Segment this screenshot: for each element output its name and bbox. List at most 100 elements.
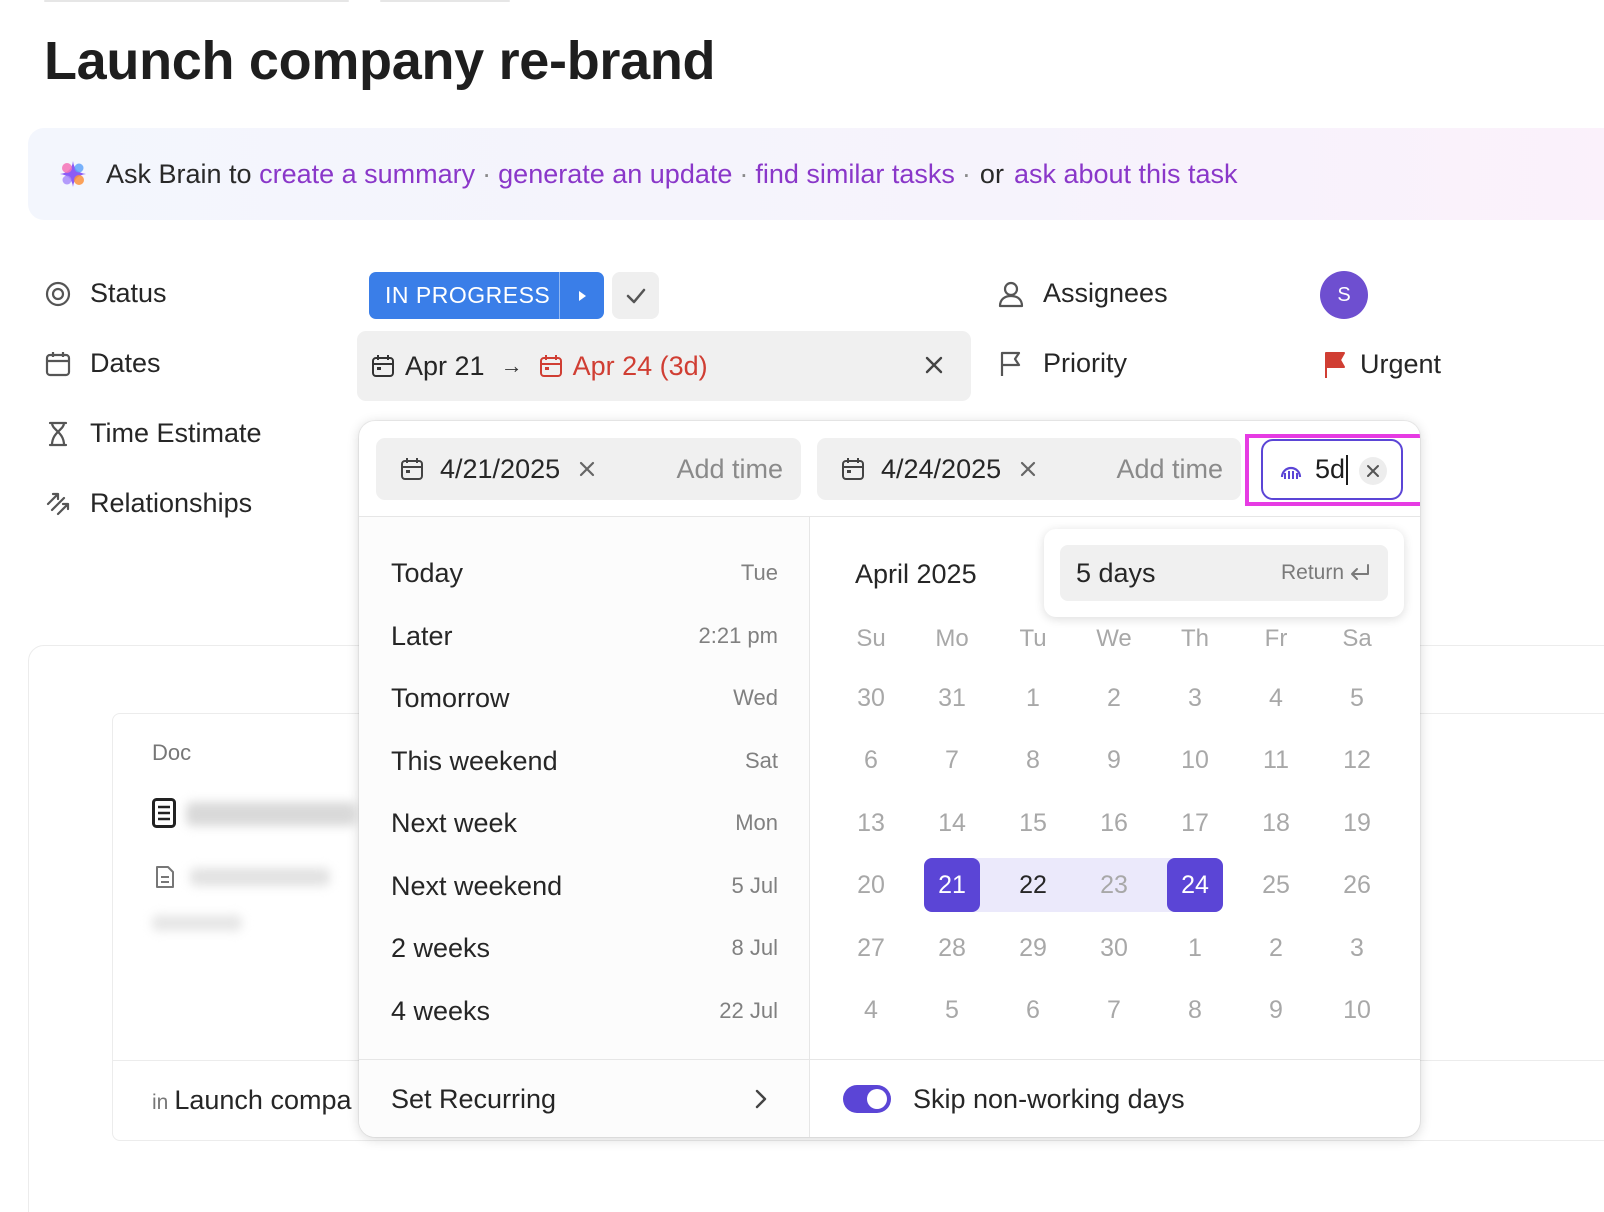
calendar-day[interactable]: 4 (1248, 671, 1304, 725)
brain-sparkle-icon (60, 161, 86, 187)
due-add-time-button[interactable]: Add time (1116, 454, 1223, 485)
calendar-day[interactable]: 25 (1248, 858, 1304, 912)
separator-dot: · (961, 158, 971, 189)
calendar-day-range-start[interactable]: 21 (924, 858, 980, 912)
calendar-day[interactable]: 19 (1329, 796, 1385, 850)
calendar-day-in-range-skipped[interactable]: 23 (1086, 858, 1142, 912)
clear-dates-icon[interactable] (921, 352, 947, 378)
calendar-day[interactable]: 30 (1086, 921, 1142, 975)
calendar-day[interactable]: 16 (1086, 796, 1142, 850)
calendar-day[interactable]: 2 (1086, 671, 1142, 725)
ask-about-task-link[interactable]: ask about this task (1014, 159, 1238, 190)
calendar-icon (842, 458, 864, 480)
calendar-day[interactable]: 1 (1167, 921, 1223, 975)
calendar-day[interactable]: 8 (1167, 983, 1223, 1037)
calendar-day[interactable]: 28 (924, 921, 980, 975)
calendar-day[interactable]: 3 (1329, 921, 1385, 975)
calendar-day[interactable]: 20 (843, 858, 899, 912)
quick-option-next-weekend[interactable]: Next weekend 5 Jul (359, 855, 810, 917)
quick-option-today[interactable]: Today Tue (359, 542, 810, 604)
next-status-button[interactable] (559, 272, 604, 319)
skip-non-working-toggle[interactable] (843, 1085, 891, 1113)
quick-option-2-weeks[interactable]: 2 weeks 8 Jul (359, 917, 810, 979)
calendar-day[interactable]: 2 (1248, 921, 1304, 975)
calendar-day[interactable]: 30 (843, 671, 899, 725)
quick-option-label: Tomorrow (391, 682, 510, 713)
dates-field[interactable]: Apr 21 → Apr 24 (3d) (357, 331, 971, 401)
top-tab-indicator (44, 0, 349, 2)
quick-option-this-weekend[interactable]: This weekend Sat (359, 730, 810, 792)
calendar-day[interactable]: 14 (924, 796, 980, 850)
priority-value: Urgent (1360, 349, 1442, 379)
quick-option-value: 8 Jul (731, 935, 778, 960)
calendar-day[interactable]: 5 (924, 983, 980, 1037)
due-date-input[interactable]: 4/24/2025 (881, 454, 1001, 485)
calendar-day-range-end[interactable]: 24 (1167, 858, 1223, 912)
weekday-header: Th (1180, 625, 1209, 652)
person-icon (998, 281, 1024, 307)
calendar-day[interactable]: 15 (1005, 796, 1061, 850)
quick-option-later[interactable]: Later 2:21 pm (359, 605, 810, 667)
toggle-knob (867, 1089, 887, 1109)
calendar-day[interactable]: 3 (1167, 671, 1223, 725)
separator-dot: · (482, 158, 492, 189)
calendar-day[interactable]: 7 (924, 733, 980, 787)
priority-label-row: Priority (997, 348, 1127, 379)
date-picker-popup: 4/21/2025 Add time 4/24/2025 Add time 5d… (359, 421, 1420, 1137)
calendar-day[interactable]: 7 (1086, 983, 1142, 1037)
calendar-day[interactable]: 1 (1005, 671, 1061, 725)
quick-option-tomorrow[interactable]: Tomorrow Wed (359, 667, 810, 729)
duration-input[interactable]: 5d (1261, 439, 1403, 500)
priority-dropdown[interactable]: Urgent (1322, 349, 1441, 380)
calendar-day-in-range[interactable]: 22 (1005, 858, 1061, 912)
calendar-day[interactable]: 31 (924, 671, 980, 725)
calendar-day[interactable]: 12 (1329, 733, 1385, 787)
priority-label: Priority (1043, 348, 1128, 378)
start-date-input[interactable]: 4/21/2025 (440, 454, 560, 485)
due-date-field[interactable]: 4/24/2025 Add time (817, 438, 1241, 500)
status-dropdown[interactable]: IN PROGRESS (369, 272, 604, 319)
status-label: Status (90, 278, 167, 308)
location-breadcrumb[interactable]: in Launch compa (152, 1085, 351, 1116)
assignees-label-row: Assignees (997, 278, 1168, 309)
generate-update-link[interactable]: generate an update (498, 159, 732, 190)
clear-start-date-button[interactable] (574, 456, 600, 482)
weekday-header: Tu (1019, 625, 1047, 652)
calendar-day[interactable]: 29 (1005, 921, 1061, 975)
calendar-day[interactable]: 6 (1005, 983, 1061, 1037)
calendar-month-title: April 2025 (855, 559, 977, 589)
find-similar-tasks-link[interactable]: find similar tasks (755, 159, 955, 190)
calendar-day[interactable]: 5 (1329, 671, 1385, 725)
close-icon (1367, 465, 1379, 477)
calendar-day[interactable]: 8 (1005, 733, 1061, 787)
check-icon (626, 288, 645, 303)
calendar-day[interactable]: 10 (1167, 733, 1223, 787)
clear-due-date-button[interactable] (1015, 456, 1041, 482)
calendar-day[interactable]: 11 (1248, 733, 1304, 787)
suggestion-label: 5 days (1076, 557, 1156, 588)
assignee-avatar[interactable]: S (1320, 271, 1368, 319)
clear-duration-button[interactable] (1359, 457, 1387, 485)
calendar-day[interactable]: 4 (843, 983, 899, 1037)
create-summary-link[interactable]: create a summary (259, 159, 475, 190)
complete-task-button[interactable] (612, 272, 659, 319)
calendar-day[interactable]: 9 (1086, 733, 1142, 787)
page-title[interactable]: Launch company re-brand (44, 30, 716, 92)
list-name: Launch compa (174, 1085, 352, 1115)
calendar-day[interactable]: 27 (843, 921, 899, 975)
quick-option-next-week[interactable]: Next week Mon (359, 792, 810, 854)
calendar-day[interactable]: 17 (1167, 796, 1223, 850)
quick-option-4-weeks[interactable]: 4 weeks 22 Jul (359, 980, 810, 1042)
calendar-day[interactable]: 10 (1329, 983, 1385, 1037)
duration-suggestion-item[interactable]: 5 days Return (1060, 545, 1388, 601)
set-recurring-button[interactable]: Set Recurring (359, 1060, 810, 1137)
calendar-day[interactable]: 26 (1329, 858, 1385, 912)
start-date-field[interactable]: 4/21/2025 Add time (376, 438, 801, 500)
calendar-day[interactable]: 9 (1248, 983, 1304, 1037)
status-value: IN PROGRESS (385, 282, 551, 308)
start-add-time-button[interactable]: Add time (676, 454, 783, 485)
calendar-day[interactable]: 6 (843, 733, 899, 787)
time-estimate-label-row: Time Estimate (44, 418, 262, 449)
calendar-day[interactable]: 18 (1248, 796, 1304, 850)
calendar-day[interactable]: 13 (843, 796, 899, 850)
